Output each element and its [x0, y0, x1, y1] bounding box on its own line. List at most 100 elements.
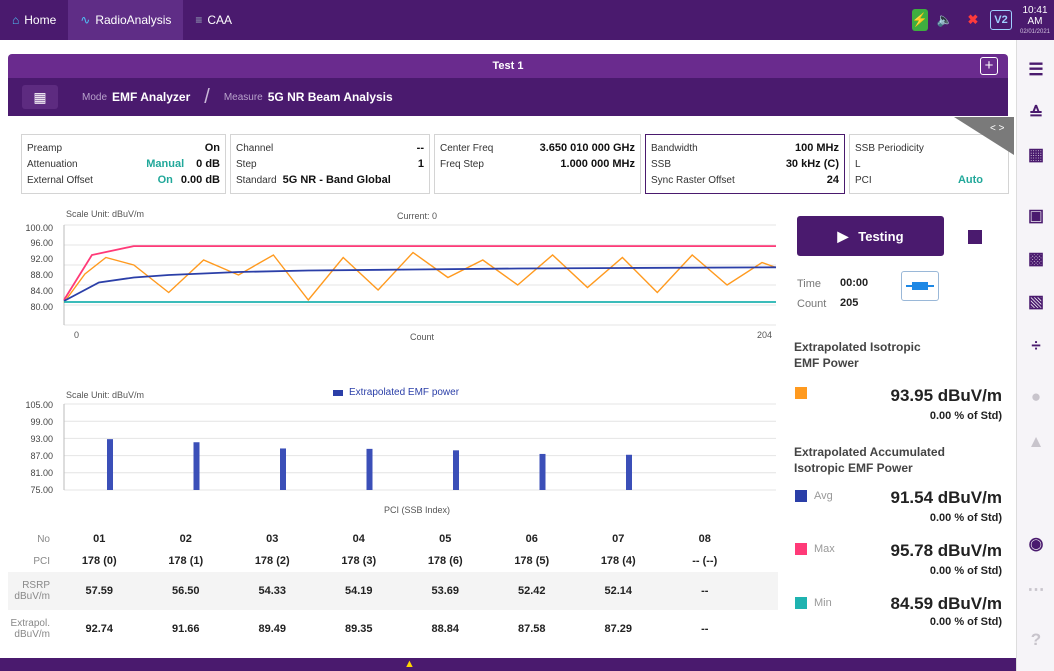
- acc-title: Extrapolated Accumulated Isotropic EMF P…: [794, 445, 945, 475]
- add-test-button[interactable]: +: [980, 57, 998, 75]
- external-offset-mode: On: [157, 174, 173, 186]
- table-cell: --: [701, 585, 709, 597]
- table-row-pci: PCI 178 (0) 178 (1) 178 (2) 178 (3) 178 …: [8, 550, 778, 572]
- bandwidth-label: Bandwidth: [651, 142, 698, 154]
- measure-label: Measure: [223, 91, 263, 103]
- center-freq-value: 3.650 010 000 GHz: [539, 142, 635, 154]
- top-ytick: 92.00: [30, 254, 53, 264]
- external-offset-value: 0.00 dB: [180, 174, 220, 186]
- ssb-label: SSB: [651, 158, 672, 170]
- param-box-frequency[interactable]: Center Freq 3.650 010 000 GHz Freq Step 1.…: [434, 134, 641, 194]
- center-freq-label: Center Freq: [440, 142, 494, 154]
- sync-raster-value: 24: [826, 174, 839, 186]
- bar-0: [107, 439, 113, 490]
- param-box-preamp[interactable]: Preamp On Attenuation Manual 0 dB External …: [21, 134, 226, 194]
- preamp-label: Preamp: [27, 142, 63, 154]
- row-header-no: No: [37, 533, 50, 545]
- bottom-chart-legend: Extrapolated EMF power: [333, 387, 459, 398]
- app-grid-icon[interactable]: ▦: [22, 85, 58, 109]
- param-box-channel[interactable]: Channel -- Step 1 Standard 5G NR - Band Glo…: [230, 134, 430, 194]
- clock-date: 02/01/2021: [1019, 29, 1051, 35]
- bottom-ytick: 87.00: [30, 451, 53, 461]
- min-value: 84.59 dBuV/m: [890, 594, 1003, 613]
- series-line-0: [63, 251, 777, 303]
- time-label: Time: [797, 278, 822, 290]
- page-flip-icon[interactable]: < >: [954, 117, 1014, 155]
- table-cell: 07: [612, 533, 625, 545]
- table-cell: 02: [179, 533, 192, 545]
- table-cell: 08: [698, 533, 711, 545]
- table-cell: 52.42: [517, 585, 546, 597]
- min-swatch: [795, 597, 807, 609]
- clock: 10:41 AM 02/01/2021: [1016, 0, 1054, 40]
- menu-icon[interactable]: ☰: [1017, 60, 1054, 80]
- row-header-rsrp: RSRP dBuV/m: [14, 580, 50, 602]
- sync-raster-label: Sync Raster Offset: [651, 174, 735, 186]
- folder-icon[interactable]: ▧: [1017, 292, 1054, 312]
- speaker-icon[interactable]: 🔈: [934, 10, 956, 30]
- table-cell: 178 (6): [427, 555, 463, 567]
- fit-scale-button[interactable]: [901, 271, 939, 301]
- bar-5: [539, 453, 546, 490]
- fit-scale-icon: [906, 282, 934, 290]
- table-cell: 54.33: [258, 585, 287, 597]
- battery-icon: ⚡: [912, 9, 928, 31]
- table-cell: 52.14: [604, 585, 633, 597]
- testing-button[interactable]: ▶ Testing: [797, 216, 944, 256]
- channel-label: Channel: [236, 142, 274, 154]
- layout-icon[interactable]: ▦: [1017, 145, 1054, 165]
- table-row-extrap: Extrapol. dBuV/m 92.74 91.66 89.49 89.35…: [8, 610, 778, 648]
- error-icon: ✖: [967, 12, 979, 27]
- caa-icon: ≡: [195, 13, 203, 27]
- bottom-ytick: 75.00: [30, 485, 53, 495]
- v2-badge: V2: [990, 10, 1012, 30]
- table-cell: 178 (1): [168, 555, 204, 567]
- max-label: Max: [814, 543, 835, 555]
- row-header-pci: PCI: [33, 555, 50, 567]
- param-box-bandwidth[interactable]: Bandwidth 100 MHz SSB 30 kHz (C) Sync Rast…: [645, 134, 845, 194]
- ssb-value: 30 kHz (C): [785, 158, 839, 170]
- more-icon[interactable]: ⋯: [1017, 580, 1054, 600]
- tab-caa[interactable]: ≡ CAA: [183, 0, 244, 40]
- table-cell: 89.35: [344, 623, 373, 635]
- tab-home[interactable]: ⌂ Home: [0, 0, 68, 40]
- iso-swatch: [795, 387, 807, 399]
- table-cell: 56.50: [171, 585, 200, 597]
- bar-4: [453, 450, 459, 490]
- stop-button[interactable]: [968, 230, 982, 244]
- avg-label: Avg: [814, 490, 833, 502]
- table-cell: 89.49: [258, 623, 287, 635]
- avg-value: 91.54 dBuV/m: [890, 488, 1003, 507]
- screenshot-icon[interactable]: ◉: [1017, 534, 1054, 554]
- top-ytick: 84.00: [30, 286, 53, 296]
- top-chart-xlabel: Count: [410, 332, 435, 342]
- table-cell: 92.74: [85, 623, 114, 635]
- measure-value[interactable]: 5G NR Beam Analysis: [268, 90, 393, 104]
- top-chart-x-start: 0: [74, 330, 80, 340]
- status-icons: ⚡ 🔈 ✖ V2: [912, 0, 1012, 40]
- time-value: 00:00: [840, 277, 869, 289]
- bar-1: [193, 442, 200, 490]
- settings-sliders-icon[interactable]: ≙: [1017, 104, 1054, 124]
- bottom-ytick: 105.00: [25, 400, 53, 410]
- channel-value: --: [416, 142, 424, 154]
- standard-label: Standard: [236, 174, 277, 186]
- standard-value: 5G NR - Band Global: [282, 174, 391, 186]
- split-icon[interactable]: ÷: [1017, 336, 1054, 356]
- test-title: Test 1: [492, 60, 524, 72]
- bar-3: [366, 448, 373, 490]
- home-icon: ⌂: [12, 13, 20, 27]
- save-icon[interactable]: ▩: [1017, 249, 1054, 269]
- table-cell: --: [701, 623, 709, 635]
- table-cell: 53.69: [431, 585, 460, 597]
- lock-icon[interactable]: ▣: [1017, 206, 1054, 226]
- series-line-1: [63, 245, 776, 301]
- mode-value[interactable]: EMF Analyzer: [112, 90, 190, 104]
- help-icon[interactable]: ?: [1017, 630, 1054, 650]
- ssb-periodicity-label: SSB Periodicity: [855, 142, 924, 154]
- top-line-chart: [63, 224, 777, 326]
- warning-icon[interactable]: ▲: [404, 658, 415, 671]
- tab-radioanalysis[interactable]: ∿ RadioAnalysis: [68, 0, 184, 40]
- table-cell: 87.29: [604, 623, 633, 635]
- svg-text:< >: < >: [990, 123, 1005, 134]
